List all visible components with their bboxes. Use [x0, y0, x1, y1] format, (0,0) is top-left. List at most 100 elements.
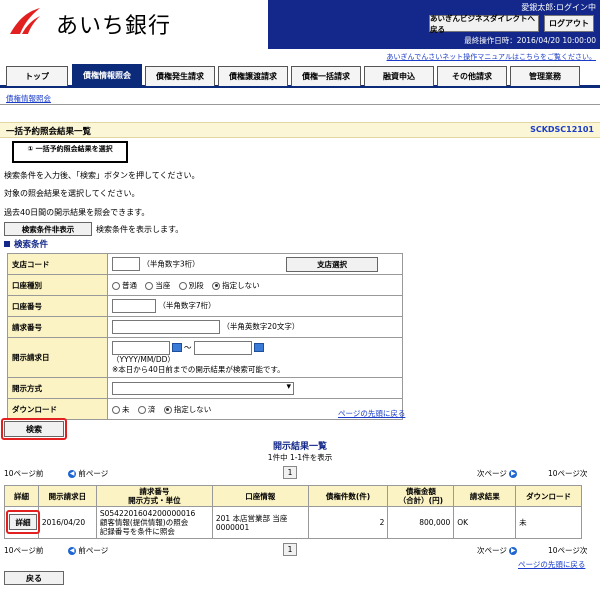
hide-conditions-button[interactable]: 検索条件非表示 — [4, 222, 92, 236]
divider — [0, 104, 600, 105]
date-format-hint: （YYYY/MM/DD） — [112, 354, 175, 364]
detail-button[interactable]: 詳細 — [9, 514, 37, 530]
back-to-top-link[interactable]: ページの先頭に戻る — [338, 408, 405, 419]
field-label: 開示方式 — [7, 377, 108, 399]
radio-label: 別段 — [188, 280, 204, 290]
prev-page-label: 前ページ — [78, 546, 109, 555]
form-row-disclosure-date: 開示請求日 〜 （YYYY/MM/DD） ※本日から40日前までの開示結果が検索… — [7, 337, 403, 378]
table-header-row: 詳細 開示請求日 請求番号 開示方式・単位 口座情報 債権件数(件) 債権金額 … — [4, 485, 582, 507]
search-button[interactable]: 検索 — [4, 421, 64, 437]
field-cell: （半角数字7桁） — [107, 295, 403, 317]
column-header: 請求結果 — [453, 485, 517, 507]
prev-page-link[interactable]: ◀ 前ページ — [68, 468, 108, 479]
instruction-text: 対象の照会結果を選択してください。 — [4, 189, 140, 198]
results-count: 1件中 1-1件を表示 — [267, 453, 333, 462]
calendar-icon[interactable] — [253, 343, 264, 352]
page-title: 一括予約照会結果一覧 — [6, 127, 92, 137]
column-header: 開示請求日 — [37, 485, 97, 507]
prev-page-label: 前ページ — [78, 469, 109, 478]
radio-not-downloaded[interactable] — [112, 405, 120, 414]
tab-management[interactable]: 管理業務 — [510, 66, 580, 86]
next-page-link[interactable]: 次ページ ▶ — [477, 468, 518, 479]
disclosure-method-select[interactable] — [112, 381, 294, 395]
request-unit: 記録番号を条件に照会 — [99, 527, 175, 536]
step-indicator: ① 一括予約照会結果を選択 — [12, 141, 128, 163]
manual-link[interactable]: あいぎんでんさいネット操作マニュアルはこちらをご覧ください。 — [387, 52, 596, 62]
field-label: 請求番号 — [7, 316, 108, 338]
page-number[interactable]: 1 — [283, 466, 297, 479]
column-header: 債権件数(件) — [307, 485, 389, 507]
radio-label: 普通 — [122, 280, 137, 290]
tab-loan-application[interactable]: 融資申込 — [364, 66, 434, 86]
date-cell: 2016/04/20 — [37, 506, 97, 539]
date-range-note: ※本日から40日前までの開示結果が検索可能です。 — [112, 364, 285, 374]
hide-conditions-text: 検索条件を表示します。 — [96, 225, 184, 234]
radio-ordinary[interactable] — [112, 281, 120, 290]
next-10-pages[interactable]: 10ページ次 — [548, 468, 587, 479]
radio-downloaded[interactable] — [137, 405, 146, 414]
radio-label: 当座 — [155, 280, 171, 290]
field-cell: （半角数字3桁） 支店選択 — [107, 253, 403, 275]
radio-unspecified[interactable] — [212, 281, 221, 290]
next-arrow-icon: ▶ — [509, 547, 518, 555]
page-number[interactable]: 1 — [283, 543, 297, 556]
branch-code-input[interactable] — [112, 257, 140, 271]
table-row: 2016/04/20 S0542201604200000016 顧客情報(提供情… — [4, 506, 582, 539]
prev-arrow-icon: ◀ — [68, 470, 76, 478]
bank-name: あいち銀行 — [56, 14, 172, 39]
prev-10-pages[interactable]: 10ページ前 — [4, 545, 43, 556]
bank-logo-icon — [10, 8, 40, 34]
next-arrow-icon: ▶ — [509, 470, 518, 478]
next-10-pages[interactable]: 10ページ次 — [548, 545, 587, 556]
prev-page-link[interactable]: ◀ 前ページ — [68, 545, 108, 556]
form-row-account-type: 口座種別 普通 当座 別段 指定しない — [7, 274, 403, 296]
radio-label: 未 — [122, 404, 130, 414]
form-row-account-number: 口座番号 （半角数字7桁） — [7, 295, 403, 317]
branch-select-button[interactable]: 支店選択 — [286, 256, 379, 272]
last-operation-time: 最終操作日時：2016/04/20 10:00:00 — [464, 36, 596, 45]
account-number-input[interactable] — [112, 299, 156, 313]
back-button[interactable]: 戻る — [4, 571, 64, 585]
user-name: 愛銀太郎:ログイン中 — [521, 3, 596, 12]
prev-arrow-icon: ◀ — [68, 547, 76, 555]
calendar-icon[interactable] — [172, 343, 182, 352]
tab-claim-inquiry[interactable]: 債権情報照会 — [72, 64, 142, 86]
header-user-panel: 愛銀太郎:ログイン中 あいぎんビジネスダイレクトへ戻る ログアウト 最終操作日時… — [268, 0, 600, 49]
radio-download-unspecified[interactable] — [163, 405, 172, 414]
next-page-label: 次ページ — [477, 469, 507, 478]
tab-claim-issue[interactable]: 債権発生請求 — [145, 66, 215, 86]
column-header: 口座情報 — [211, 485, 309, 507]
field-hint: （半角数字7桁） — [158, 301, 216, 310]
logout-button[interactable]: ログアウト — [544, 15, 594, 32]
account-branch: 201 本店営業部 当座 — [215, 513, 288, 523]
tab-bulk-request[interactable]: 債権一括請求 — [291, 66, 361, 86]
date-to-input[interactable] — [193, 340, 252, 355]
tab-other-requests[interactable]: その他請求 — [437, 66, 507, 86]
back-to-direct-button[interactable]: あいぎんビジネスダイレクトへ戻る — [429, 14, 539, 34]
field-cell: 普通 当座 別段 指定しない — [107, 274, 403, 296]
subnav-claim-inquiry[interactable]: 債権情報照会 — [6, 93, 51, 104]
radio-label: 指定しない — [222, 280, 260, 290]
prev-10-pages[interactable]: 10ページ前 — [4, 468, 43, 479]
column-header: 請求番号 開示方式・単位 — [95, 485, 213, 507]
tab-top[interactable]: トップ — [6, 66, 68, 86]
field-cell: （半角英数字20文字） — [107, 316, 403, 338]
conditions-heading-label: 検索条件 — [14, 240, 49, 250]
column-header: 詳細 — [4, 485, 39, 507]
account-number: 0000001 — [215, 522, 250, 532]
field-hint: （半角数字3桁） — [142, 259, 200, 268]
field-cell: 〜 （YYYY/MM/DD） ※本日から40日前までの開示結果が検索可能です。 — [107, 337, 403, 378]
date-from-input[interactable] — [112, 340, 170, 355]
screen-id: SCKDSC12101 — [530, 125, 594, 134]
radio-label: 指定しない — [173, 404, 212, 414]
column-header: ダウンロード — [515, 485, 582, 507]
radio-current[interactable] — [145, 281, 154, 290]
next-page-link[interactable]: 次ページ ▶ — [477, 545, 518, 556]
back-to-top-link[interactable]: ページの先頭に戻る — [518, 559, 585, 570]
instruction-text: 検索条件を入力後、「検索」ボタンを押してください。 — [4, 171, 200, 180]
tab-claim-transfer[interactable]: 債権譲渡請求 — [218, 66, 288, 86]
request-number-input[interactable] — [112, 320, 220, 334]
form-row-branch: 支店コード （半角数字3桁） 支店選択 — [7, 253, 403, 275]
radio-special[interactable] — [178, 281, 187, 290]
form-row-disclosure-method: 開示方式 — [7, 377, 403, 399]
